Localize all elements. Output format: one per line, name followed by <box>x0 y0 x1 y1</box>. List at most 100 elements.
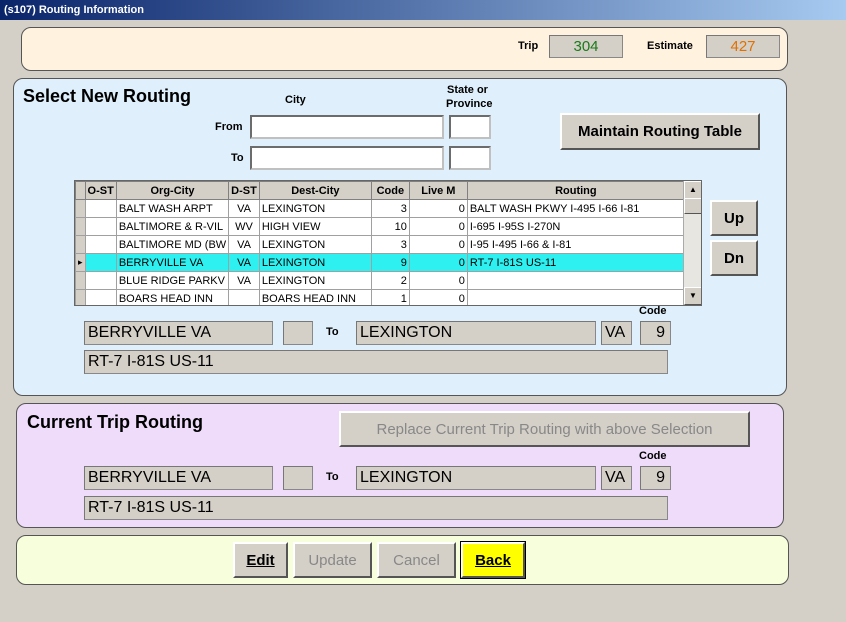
current-org-state <box>283 466 313 490</box>
scroll-thumb[interactable] <box>684 198 701 214</box>
table-cell[interactable] <box>84 217 117 236</box>
table-cell[interactable] <box>466 271 685 290</box>
col-header-o-st[interactable]: O-ST <box>84 181 117 200</box>
table-cell[interactable] <box>84 271 117 290</box>
table-cell[interactable]: 3 <box>370 199 410 218</box>
table-cell[interactable]: LEXINGTON <box>258 235 372 254</box>
selected-dest-state: VA <box>601 321 632 345</box>
estimate-label: Estimate <box>647 40 693 52</box>
selected-org-city: BERRYVILLE VA <box>84 321 273 345</box>
edit-button[interactable]: Edit <box>233 542 288 578</box>
state-column-label-2: Province <box>446 98 493 110</box>
estimate-value: 427 <box>706 35 780 58</box>
col-header-live-m[interactable]: Live M <box>408 181 468 200</box>
current-code: 9 <box>640 466 671 490</box>
table-cell[interactable]: 0 <box>408 289 468 305</box>
col-header-org-city[interactable]: Org-City <box>115 181 230 200</box>
table-cell[interactable]: 9 <box>370 253 410 272</box>
scroll-down-icon[interactable]: ▼ <box>684 287 701 305</box>
routing-grid[interactable]: O-ST Org-City D-ST Dest-City Code Live M… <box>74 180 702 306</box>
row-selector[interactable] <box>75 289 86 305</box>
select-routing-heading: Select New Routing <box>23 86 192 106</box>
table-cell[interactable]: LEXINGTON <box>258 271 372 290</box>
back-button[interactable]: Back <box>460 541 526 579</box>
table-cell[interactable]: WV <box>228 217 260 236</box>
table-cell[interactable] <box>84 199 117 218</box>
table-cell[interactable]: BERRYVILLE VA <box>115 253 230 272</box>
table-row[interactable]: ▸ BERRYVILLE VA VA LEXINGTON 9 0 RT-7 I-81S US… <box>75 253 685 272</box>
row-selector[interactable] <box>75 217 86 236</box>
table-cell[interactable]: VA <box>228 271 260 290</box>
table-cell[interactable]: 2 <box>370 271 410 290</box>
current-dest-city: LEXINGTON <box>356 466 596 490</box>
table-cell[interactable] <box>84 253 117 272</box>
row-selector[interactable] <box>75 199 86 218</box>
table-cell[interactable]: 0 <box>408 271 468 290</box>
update-button[interactable]: Update <box>293 542 372 578</box>
table-cell[interactable]: 1 <box>370 289 410 305</box>
table-cell[interactable]: BALTIMORE MD (BW <box>115 235 230 254</box>
to-label: To <box>231 152 244 164</box>
table-cell[interactable]: BOARS HEAD INN <box>115 289 230 305</box>
maintain-routing-table-button[interactable]: Maintain Routing Table <box>560 113 760 150</box>
row-selector[interactable] <box>75 235 86 254</box>
col-header-code[interactable]: Code <box>370 181 410 200</box>
dn-button[interactable]: Dn <box>710 240 758 276</box>
cancel-button[interactable]: Cancel <box>377 542 456 578</box>
table-cell[interactable]: LEXINGTON <box>258 253 372 272</box>
routing-table: O-ST Org-City D-ST Dest-City Code Live M… <box>75 181 685 305</box>
table-cell[interactable] <box>466 289 685 305</box>
table-row[interactable]: BALTIMORE & R-VIL WV HIGH VIEW 10 0 I-695 I-9… <box>75 217 685 236</box>
table-row[interactable]: BALTIMORE MD (BW VA LEXINGTON 3 0 I-95 I-495 … <box>75 235 685 254</box>
table-row[interactable]: BOARS HEAD INN BOARS HEAD INN 1 0 <box>75 289 685 305</box>
selected-routing: RT-7 I-81S US-11 <box>84 350 668 374</box>
to-state-input[interactable] <box>449 146 491 170</box>
row-pointer-icon[interactable]: ▸ <box>75 253 86 272</box>
table-cell[interactable]: LEXINGTON <box>258 199 372 218</box>
selected-org-state <box>283 321 313 345</box>
current-code-label: Code <box>639 450 667 462</box>
header-panel: Trip 304 Estimate 427 <box>21 27 788 71</box>
city-column-label: City <box>285 94 306 106</box>
table-cell[interactable]: BALTIMORE & R-VIL <box>115 217 230 236</box>
col-header-d-st[interactable]: D-ST <box>228 181 260 200</box>
table-cell[interactable]: HIGH VIEW <box>258 217 372 236</box>
row-selector[interactable] <box>75 271 86 290</box>
to-city-input[interactable] <box>250 146 444 170</box>
from-state-input[interactable] <box>449 115 491 139</box>
table-cell[interactable]: 10 <box>370 217 410 236</box>
table-cell[interactable]: VA <box>228 199 260 218</box>
col-header-dest-city[interactable]: Dest-City <box>258 181 372 200</box>
table-cell[interactable]: I-95 I-495 I-66 & I-81 <box>466 235 685 254</box>
table-cell[interactable]: 0 <box>408 199 468 218</box>
table-cell[interactable]: BOARS HEAD INN <box>258 289 372 305</box>
scroll-up-icon[interactable]: ▲ <box>684 181 701 199</box>
grid-scrollbar[interactable]: ▲ ▼ <box>683 181 701 305</box>
trip-label: Trip <box>518 40 539 52</box>
current-routing: RT-7 I-81S US-11 <box>84 496 668 520</box>
table-cell[interactable]: RT-7 I-81S US-11 <box>466 253 685 272</box>
table-cell[interactable]: BLUE RIDGE PARKV <box>115 271 230 290</box>
table-cell[interactable]: VA <box>228 235 260 254</box>
table-cell[interactable] <box>84 289 117 305</box>
current-org-city: BERRYVILLE VA <box>84 466 273 490</box>
table-cell[interactable]: BALT WASH ARPT <box>115 199 230 218</box>
table-row[interactable]: BALT WASH ARPT VA LEXINGTON 3 0 BALT WASH PKW… <box>75 199 685 218</box>
table-cell[interactable]: 0 <box>408 253 468 272</box>
table-cell[interactable]: 0 <box>408 235 468 254</box>
table-cell[interactable]: 0 <box>408 217 468 236</box>
current-to-label: To <box>326 471 339 483</box>
table-cell[interactable]: 3 <box>370 235 410 254</box>
table-cell[interactable]: BALT WASH PKWY I-495 I-66 I-81 <box>466 199 685 218</box>
table-cell[interactable]: VA <box>228 253 260 272</box>
table-cell[interactable] <box>228 289 260 305</box>
table-row[interactable]: BLUE RIDGE PARKV VA LEXINGTON 2 0 <box>75 271 685 290</box>
state-column-label-1: State or <box>447 84 488 96</box>
table-cell[interactable]: I-695 I-95S I-270N <box>466 217 685 236</box>
selected-code-label: Code <box>639 305 667 317</box>
from-city-input[interactable] <box>250 115 444 139</box>
replace-routing-button[interactable]: Replace Current Trip Routing with above … <box>339 411 750 447</box>
col-header-routing[interactable]: Routing <box>466 181 685 200</box>
up-button[interactable]: Up <box>710 200 758 236</box>
table-cell[interactable] <box>84 235 117 254</box>
